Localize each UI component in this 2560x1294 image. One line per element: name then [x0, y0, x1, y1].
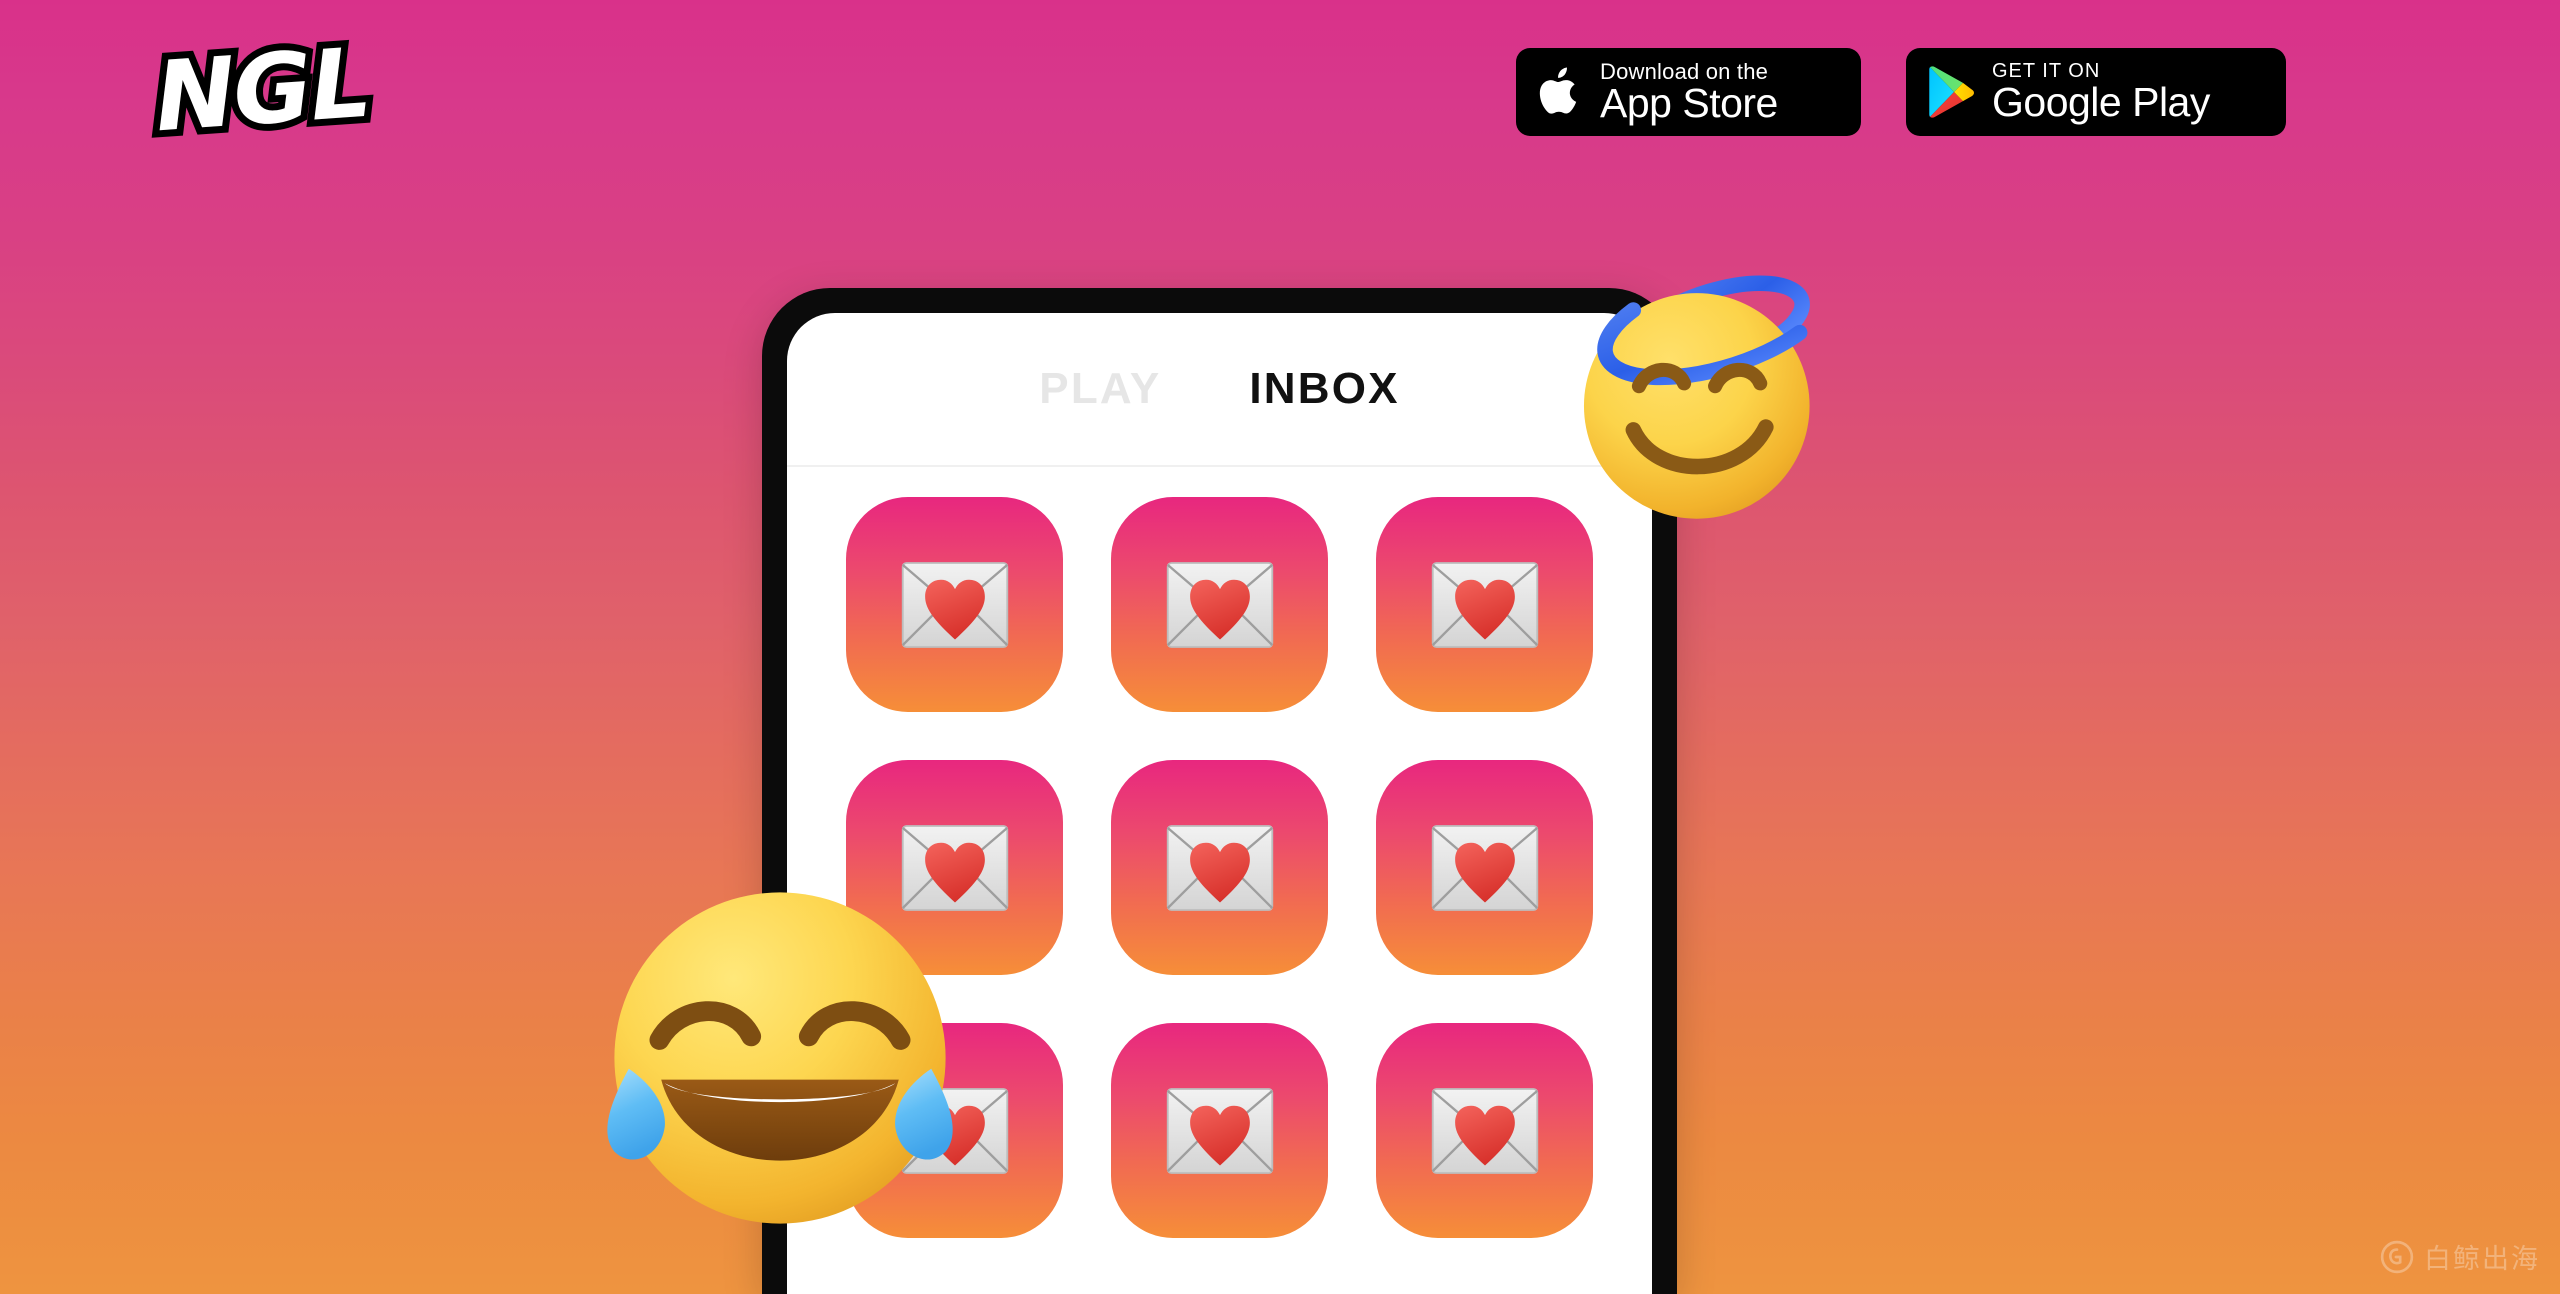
message-tile[interactable] [1111, 1023, 1328, 1238]
love-letter-icon [1166, 1087, 1273, 1174]
smiling-face-with-halo-emoji [1583, 275, 1810, 519]
app-store-badge-text: Download on the App Store [1600, 59, 1778, 125]
love-letter-icon [1166, 824, 1273, 911]
message-tile[interactable] [846, 497, 1063, 712]
google-play-badge-text: GET IT ON Google Play [1992, 60, 2210, 124]
message-tile[interactable] [1111, 497, 1328, 712]
whale-logo-icon [2380, 1240, 2414, 1273]
message-tile[interactable] [1376, 760, 1593, 975]
watermark: 白鲸出海 [2380, 1237, 2540, 1276]
ngl-logo[interactable]: NGL [144, 20, 380, 161]
love-letter-icon [901, 561, 1008, 648]
love-letter-icon [1166, 561, 1273, 648]
face-with-tears-of-joy-emoji [607, 892, 953, 1224]
watermark-label: 白鲸出海 [2424, 1244, 2540, 1275]
tab-inbox[interactable]: INBOX [1249, 364, 1399, 414]
apple-icon [1539, 67, 1577, 114]
message-tile[interactable] [1376, 1023, 1593, 1238]
google-play-badge[interactable]: GET IT ON Google Play [1906, 48, 2286, 136]
tab-play[interactable]: PLAY [1039, 364, 1161, 414]
google-play-large-label: Google Play [1992, 78, 2210, 125]
page-header: NGL Download on the App Store GET IT ON … [0, 0, 2560, 190]
google-play-icon [1929, 66, 1974, 118]
app-store-large-label: App Store [1600, 80, 1778, 127]
app-store-badge[interactable]: Download on the App Store [1516, 48, 1861, 136]
message-tile[interactable] [1111, 760, 1328, 975]
love-letter-icon [1431, 824, 1538, 911]
tab-bar: PLAY INBOX [787, 313, 1652, 467]
love-letter-icon [1431, 561, 1538, 648]
love-letter-icon [1431, 1087, 1538, 1174]
